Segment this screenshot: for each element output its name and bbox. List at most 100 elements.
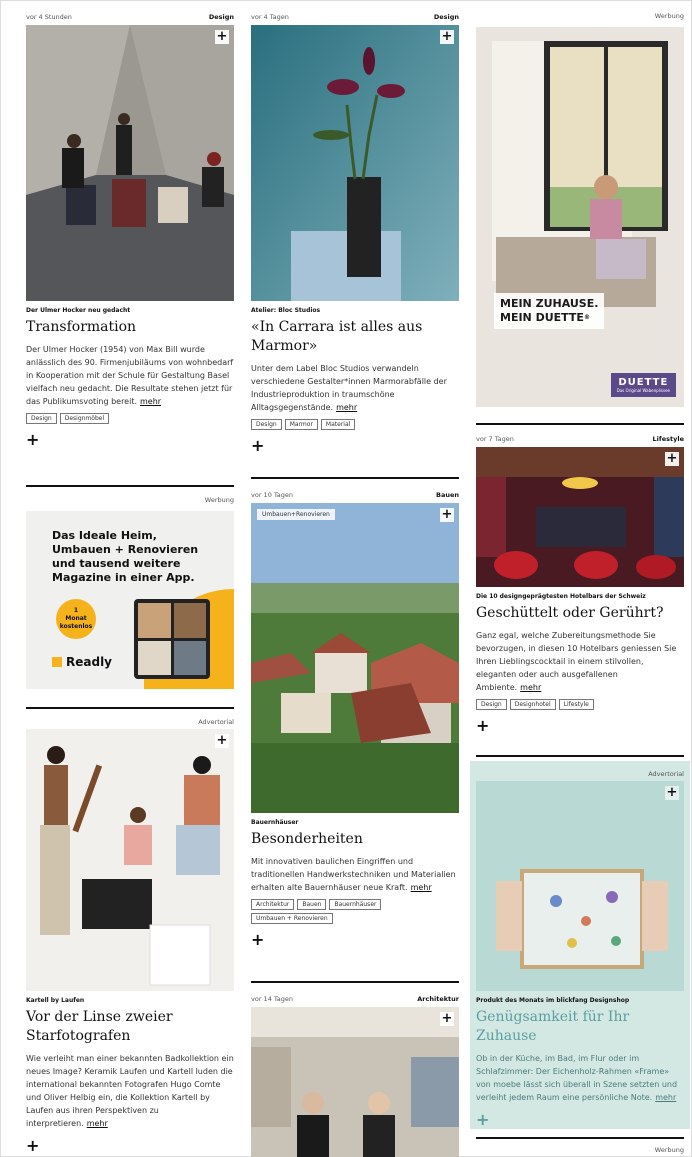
article-kicker: Bauernhäuser xyxy=(251,819,299,826)
divider xyxy=(476,423,684,425)
tag-list: Design Designhotel Lifestyle xyxy=(476,699,684,710)
more-link[interactable]: mehr xyxy=(140,397,161,406)
photo-hotel-bar xyxy=(476,447,684,587)
article-card-besonderheiten[interactable]: vor 10 Tagen Bauen Umbauen+Renovieren + … xyxy=(251,487,459,948)
divider xyxy=(26,485,234,487)
article-title[interactable]: Besonderheiten xyxy=(251,830,459,849)
article-card-kartell-laufen[interactable]: Advertorial + Kartell by Laufen Vor der … xyxy=(26,715,234,1154)
expand-plus-icon[interactable]: + xyxy=(251,932,459,948)
bookmark-plus-icon[interactable]: + xyxy=(215,734,229,748)
article-title[interactable]: «In Carrara ist alles aus Marmor» xyxy=(251,318,459,356)
article-excerpt: Ganz egal, welche Zubereitungsmethode Si… xyxy=(476,631,677,692)
ad-headline-3: und tausend weitere xyxy=(52,557,181,570)
expand-plus-icon[interactable]: + xyxy=(476,1112,684,1128)
card-meta: vor 14 Tagen Architektur xyxy=(251,991,459,1007)
divider xyxy=(26,707,234,709)
readly-logo-icon xyxy=(52,657,62,667)
article-card-carrara[interactable]: vor 4 Tagen Design + Atelier: Bloc Studi… xyxy=(251,9,459,454)
tag-list: Design Designmöbel xyxy=(26,413,234,424)
bookmark-plus-icon[interactable]: + xyxy=(440,30,454,44)
card-meta: vor 7 Tagen Lifestyle xyxy=(476,431,684,447)
photo-stools-people xyxy=(26,25,234,301)
article-image[interactable]: + xyxy=(476,447,684,587)
article-image[interactable]: + xyxy=(251,1007,459,1157)
article-image[interactable]: Umbauen+Renovieren + xyxy=(251,503,459,813)
tag-bauen[interactable]: Bauen xyxy=(297,899,327,910)
tag-designmoebel[interactable]: Designmöbel xyxy=(59,413,110,424)
bookmark-plus-icon[interactable]: + xyxy=(215,30,229,44)
expand-plus-icon[interactable]: + xyxy=(26,432,234,448)
more-link[interactable]: mehr xyxy=(520,683,541,692)
more-link[interactable]: mehr xyxy=(411,883,432,892)
article-card-hotelbars[interactable]: vor 7 Tagen Lifestyle + Die 10 designgep… xyxy=(476,431,684,734)
photo-frame-hands xyxy=(476,781,684,991)
tag-architektur[interactable]: Architektur xyxy=(251,899,295,910)
article-kicker: Kartell by Laufen xyxy=(26,997,85,1004)
article-title[interactable]: Geschüttelt oder Gerührt? xyxy=(476,604,684,623)
article-image[interactable]: + xyxy=(476,781,684,991)
category-link[interactable]: Design xyxy=(434,9,459,25)
article-excerpt: Unter dem Label Bloc Studios verwandeln … xyxy=(251,364,447,412)
ad-headline-1: Das Ideale Heim, xyxy=(52,529,157,542)
article-image[interactable]: + xyxy=(26,729,234,991)
article-kicker: Produkt des Monats im blickfang Designsh… xyxy=(476,997,630,1004)
tag-design[interactable]: Design xyxy=(26,413,57,424)
more-link[interactable]: mehr xyxy=(87,1119,108,1128)
category-link[interactable]: Architektur xyxy=(417,991,459,1007)
advertorial-label: Advertorial xyxy=(198,718,234,726)
readly-banner[interactable]: Das Ideale Heim, Umbauen + Renovieren un… xyxy=(26,511,234,689)
article-card-genuegsamkeit[interactable]: Advertorial + Produkt des Monats im blic… xyxy=(470,761,690,1129)
tag-design[interactable]: Design xyxy=(251,419,282,430)
category-link[interactable]: Lifestyle xyxy=(653,431,684,447)
divider xyxy=(476,755,684,757)
article-title[interactable]: Transformation xyxy=(26,318,234,337)
article-title[interactable]: Vor der Linse zweier Starfotografen xyxy=(26,1008,234,1046)
tag-design[interactable]: Design xyxy=(476,699,507,710)
timestamp: vor 14 Tagen xyxy=(251,995,294,1003)
article-title[interactable]: Genügsamkeit für Ihr Zuhause xyxy=(476,1008,684,1046)
article-image[interactable]: + xyxy=(251,25,459,301)
more-link[interactable]: mehr xyxy=(655,1093,676,1102)
expand-plus-icon[interactable]: + xyxy=(251,438,459,454)
more-link[interactable]: mehr xyxy=(336,403,357,412)
article-image[interactable]: + xyxy=(26,25,234,301)
category-pill[interactable]: Umbauen+Renovieren xyxy=(257,509,335,520)
card-meta: vor 4 Tagen Design xyxy=(251,9,459,25)
divider xyxy=(251,477,459,479)
ad-duette[interactable]: Werbung MEIN ZUHAUSE. MEIN DUETTE® DUETT… xyxy=(476,9,684,407)
divider xyxy=(476,1137,684,1139)
bookmark-plus-icon[interactable]: + xyxy=(440,1012,454,1026)
expand-plus-icon[interactable]: + xyxy=(26,1138,234,1154)
divider xyxy=(251,981,459,983)
photo-models xyxy=(26,729,234,991)
tag-lifestyle[interactable]: Lifestyle xyxy=(558,699,594,710)
bookmark-plus-icon[interactable]: + xyxy=(665,452,679,466)
bookmark-plus-icon[interactable]: + xyxy=(440,508,454,522)
duette-banner[interactable]: MEIN ZUHAUSE. MEIN DUETTE® DUETTE Das Or… xyxy=(476,27,684,407)
timestamp: vor 7 Tagen xyxy=(476,435,514,443)
bookmark-plus-icon[interactable]: + xyxy=(665,786,679,800)
card-meta: vor 10 Tagen Bauen xyxy=(251,487,459,503)
tablet-mockup xyxy=(134,599,210,679)
tag-marmor[interactable]: Marmor xyxy=(284,419,318,430)
category-link[interactable]: Design xyxy=(209,9,234,25)
photo-two-people-office xyxy=(251,1007,459,1157)
ad-label: Werbung xyxy=(204,496,234,504)
tag-bauernhaeuser[interactable]: Bauernhäuser xyxy=(329,899,382,910)
article-kicker: Atelier: Bloc Studios xyxy=(251,307,321,314)
timestamp: vor 4 Tagen xyxy=(251,13,289,21)
article-card-architektur[interactable]: vor 14 Tagen Architektur + xyxy=(251,991,459,1157)
photo-marble-vase xyxy=(251,25,459,301)
article-kicker: Der Ulmer Hocker neu gedacht xyxy=(26,307,131,314)
article-excerpt: Der Ulmer Hocker (1954) von Max Bill wur… xyxy=(26,345,234,406)
article-excerpt: Ob in der Küche, im Bad, im Flur oder im… xyxy=(476,1054,678,1102)
article-card-transformation[interactable]: vor 4 Stunden Design + Der Ulmer Hocker … xyxy=(26,9,234,448)
expand-plus-icon[interactable]: + xyxy=(476,718,684,734)
tag-material[interactable]: Material xyxy=(320,419,356,430)
category-link[interactable]: Bauen xyxy=(436,487,459,503)
tag-designhotel[interactable]: Designhotel xyxy=(509,699,556,710)
ad-readly[interactable]: Werbung Das Ideale Heim, Umbauen + Renov… xyxy=(26,493,234,689)
tag-umbauen-renovieren[interactable]: Umbauen + Renovieren xyxy=(251,913,333,924)
duette-logo: DUETTE Das Original Wabenplissee xyxy=(610,373,676,397)
ad-label: Werbung xyxy=(654,1146,684,1154)
